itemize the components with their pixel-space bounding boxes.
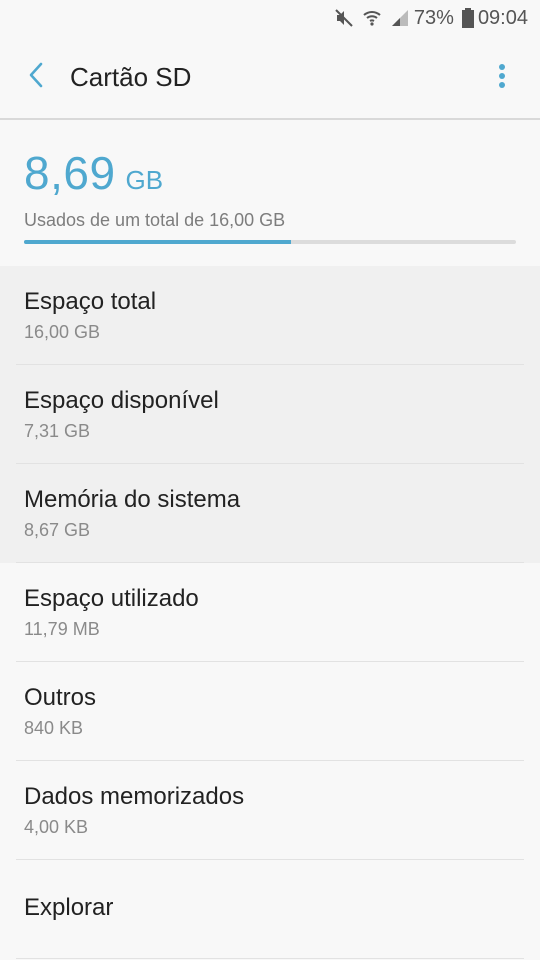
battery-percent: 73% (413, 6, 454, 29)
storage-progress-bar (24, 240, 516, 244)
item-label: Dados memorizados (24, 783, 245, 810)
used-unit: GB (125, 165, 164, 195)
status-time: 09:04 (477, 6, 528, 29)
item-value: 8,67 GB (24, 520, 91, 540)
item-label: Memória do sistema (24, 486, 241, 513)
item-value: 11,79 MB (24, 619, 100, 639)
list-item-used-space[interactable]: Espaço utilizado 11,79 MB (0, 563, 540, 662)
battery-icon (461, 8, 474, 28)
app-bar: Cartão SD (0, 36, 540, 120)
used-caption: Usados de um total de 16,00 GB (24, 210, 286, 230)
page-title: Cartão SD (70, 61, 192, 92)
item-label: Outros (24, 684, 97, 711)
list-item-total-space[interactable]: Espaço total 16,00 GB (0, 266, 540, 365)
list-item-system-memory[interactable]: Memória do sistema 8,67 GB (0, 464, 540, 563)
wifi-icon (362, 8, 382, 28)
item-label: Espaço disponível (24, 387, 219, 414)
item-label: Espaço utilizado (24, 585, 199, 612)
item-value: 4,00 KB (24, 817, 89, 837)
item-value: 840 KB (24, 718, 84, 738)
more-vert-icon (498, 63, 506, 94)
list-item-others[interactable]: Outros 840 KB (0, 662, 540, 761)
item-value: 7,31 GB (24, 421, 91, 441)
list-item-available-space[interactable]: Espaço disponível 7,31 GB (0, 365, 540, 464)
back-arrow-icon (27, 61, 45, 94)
used-value: 8,69 (24, 147, 116, 199)
list-item-cached-data[interactable]: Dados memorizados 4,00 KB (0, 761, 540, 860)
signal-icon (390, 8, 410, 28)
back-button[interactable] (6, 35, 66, 119)
list-item-explore[interactable]: Explorar (0, 860, 540, 959)
item-value: 16,00 GB (24, 322, 101, 342)
mute-icon (334, 8, 354, 28)
more-options-button[interactable] (482, 58, 522, 98)
storage-details-list: Espaço total 16,00 GB Espaço disponível … (0, 266, 540, 959)
storage-progress-fill (24, 240, 292, 244)
storage-summary: 8,69 GB Usados de um total de 16,00 GB (0, 120, 540, 266)
used-amount: 8,69 GB (24, 146, 516, 200)
item-label: Espaço total (24, 288, 157, 315)
status-bar: 73% 09:04 (0, 0, 540, 36)
item-label: Explorar (24, 894, 114, 921)
divider (16, 958, 524, 959)
